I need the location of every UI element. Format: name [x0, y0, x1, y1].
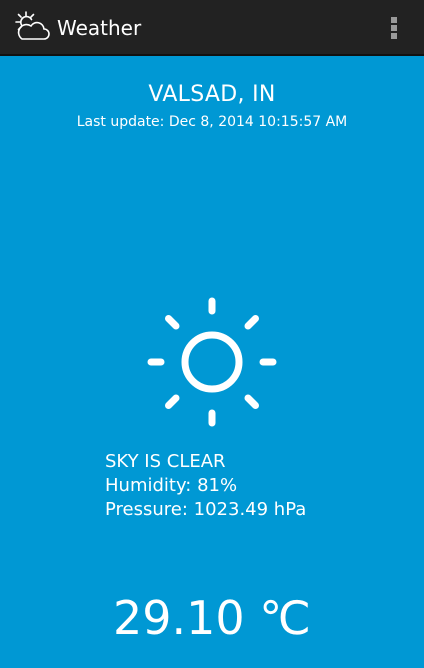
action-bar: Weather	[0, 0, 424, 56]
sun-cloud-icon[interactable]	[12, 10, 52, 46]
weather-details: SKY IS CLEAR Humidity: 81% Pressure: 102…	[105, 450, 306, 522]
overflow-menu-icon[interactable]	[388, 14, 400, 42]
weather-app: Weather VALSAD, IN Last update: Dec 8, 2…	[0, 0, 424, 668]
pressure-text: Pressure: 1023.49 hPa	[105, 499, 307, 520]
sun-icon	[147, 297, 277, 427]
temperature-value: 29.10 ℃	[113, 591, 311, 645]
sky-condition: SKY IS CLEAR	[105, 451, 226, 472]
app-title: Weather	[57, 16, 142, 40]
city-name: VALSAD, IN	[148, 82, 276, 107]
humidity-text: Humidity: 81%	[105, 475, 238, 496]
last-update-text: Last update: Dec 8, 2014 10:15:57 AM	[76, 114, 348, 130]
